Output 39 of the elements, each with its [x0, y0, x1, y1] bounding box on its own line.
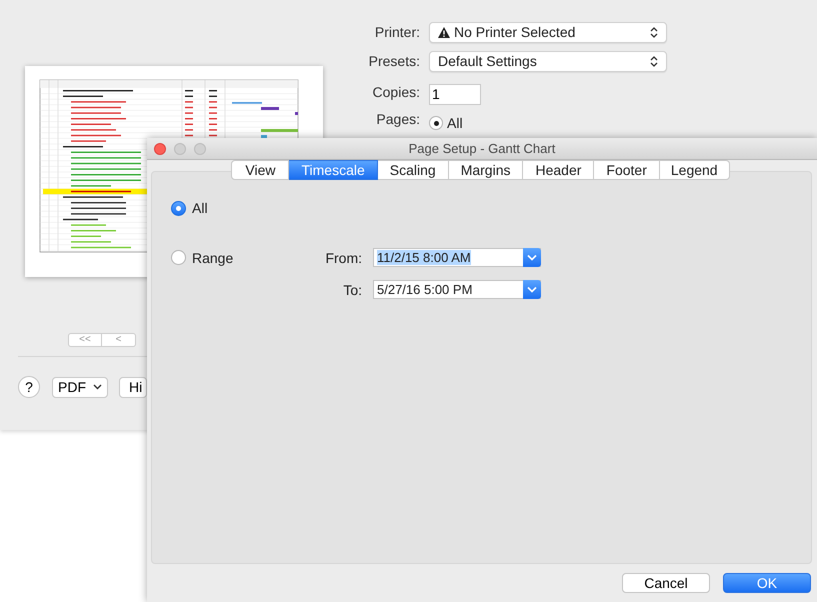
dropdown-button[interactable]	[523, 280, 541, 299]
radio-button[interactable]	[171, 200, 186, 216]
up-down-arrows-icon	[650, 26, 658, 38]
radio-label: All	[192, 200, 208, 216]
cancel-button[interactable]: Cancel	[622, 573, 710, 593]
chevron-down-icon	[527, 286, 537, 293]
field-label: Presets:	[368, 53, 420, 69]
chevron-down-icon	[93, 384, 102, 390]
copies-field[interactable]: 1	[429, 84, 481, 104]
radio-label: Range	[192, 250, 234, 266]
field-label: From:	[324, 250, 362, 266]
field-label: Copies:	[372, 84, 420, 100]
help-button[interactable]: ?	[18, 376, 40, 398]
radio-button[interactable]	[429, 116, 443, 130]
date-field[interactable]: 11/2/15 8:00 AM	[373, 248, 541, 267]
popup-value: No Printer Selected	[454, 24, 576, 40]
close-button[interactable]	[154, 143, 166, 155]
up-down-arrows-icon	[650, 54, 658, 68]
chevron-down-icon	[527, 254, 537, 261]
radio-button[interactable]	[171, 250, 186, 265]
field-label: Printer:	[374, 24, 420, 40]
popup-menu[interactable]: No Printer Selected	[429, 22, 667, 42]
radio-label: All	[447, 115, 463, 131]
window-title: Page Setup - Gantt Chart	[408, 141, 556, 156]
pdf-menu-button[interactable]: PDF	[52, 376, 108, 398]
tab[interactable]: Legend	[660, 160, 730, 180]
tab[interactable]: View	[231, 160, 290, 180]
hide-details-button[interactable]: Hi	[119, 376, 147, 398]
tab[interactable]: Margins	[448, 160, 524, 180]
popup-menu[interactable]: Default Settings	[429, 50, 667, 72]
tab[interactable]: Timescale	[289, 160, 378, 180]
tab[interactable]: Scaling	[378, 160, 449, 180]
date-field[interactable]: 5/27/16 5:00 PM	[373, 280, 541, 299]
field-label: Pages:	[375, 111, 420, 127]
popup-value: Default Settings	[438, 53, 538, 69]
tab[interactable]: Footer	[594, 160, 660, 180]
tab[interactable]: Header	[523, 160, 594, 180]
dropdown-button[interactable]	[523, 248, 541, 267]
field-label: To:	[342, 282, 362, 298]
